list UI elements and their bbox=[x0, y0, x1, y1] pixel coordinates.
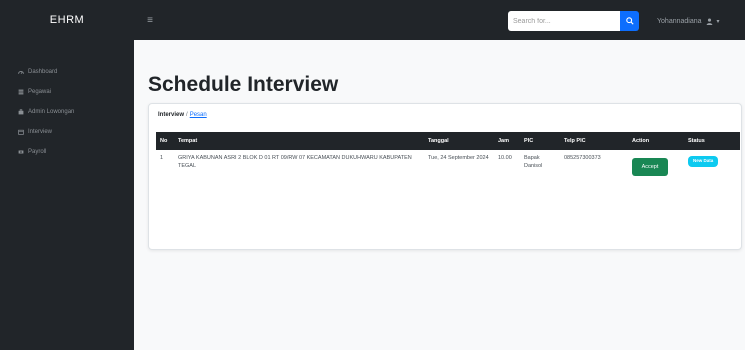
column-header-tempat: Tempat bbox=[178, 138, 198, 144]
user-dropdown[interactable]: Yohannadiana ▾ bbox=[657, 14, 720, 28]
cell-status: New Data bbox=[684, 150, 740, 181]
column-header-telp-pic: Telp PIC bbox=[564, 138, 586, 144]
sidebar: Dashboard Pegawai Admin Lowongan Intervi… bbox=[0, 40, 134, 350]
interview-table: No Tempat Tanggal Jam PIC Telp PIC Actio… bbox=[156, 132, 740, 181]
column-header-jam: Jam bbox=[498, 138, 510, 144]
dashboard-icon bbox=[18, 69, 24, 75]
sidebar-item-interview[interactable]: Interview bbox=[0, 122, 134, 142]
sidebar-item-label: Dashboard bbox=[28, 69, 58, 75]
sidebar-item-admin-lowongan[interactable]: Admin Lowongan bbox=[0, 102, 134, 122]
sidebar-item-dashboard[interactable]: Dashboard bbox=[0, 62, 134, 82]
users-icon bbox=[18, 89, 24, 95]
money-icon bbox=[18, 149, 24, 155]
search-group bbox=[508, 11, 639, 31]
briefcase-icon bbox=[18, 109, 24, 115]
brand-logo[interactable]: EHRM bbox=[0, 0, 134, 40]
calendar-icon bbox=[18, 129, 24, 135]
interview-card: Interview / Pesan No Tempat Tanggal Jam … bbox=[148, 103, 742, 250]
accept-button[interactable]: Accept bbox=[632, 158, 668, 176]
user-name: Yohannadiana bbox=[657, 17, 702, 25]
status-badge: New Data bbox=[688, 156, 719, 167]
search-button[interactable] bbox=[620, 11, 639, 31]
menu-icon: ≡ bbox=[147, 14, 153, 26]
breadcrumb-link[interactable]: Pesan bbox=[190, 112, 207, 118]
column-header-tanggal: Tanggal bbox=[428, 138, 449, 144]
cell-no: 1 bbox=[160, 155, 164, 161]
sidebar-item-label: Pegawai bbox=[28, 89, 52, 95]
cell-telp-pic: 085257300373 bbox=[564, 155, 601, 161]
breadcrumb-current: Interview bbox=[158, 112, 185, 118]
cell-tempat: GRIYA KABUNAN ASRI 2 BLOK D 01 RT 09/RW … bbox=[178, 155, 412, 169]
breadcrumb: Interview / Pesan bbox=[158, 112, 207, 118]
column-header-no: No bbox=[160, 138, 168, 144]
user-icon bbox=[706, 18, 712, 25]
column-header-status: Status bbox=[688, 138, 705, 144]
cell-pic: Bapak Danisol bbox=[524, 155, 543, 169]
breadcrumb-separator: / bbox=[186, 112, 188, 118]
sidebar-item-label: Interview bbox=[28, 129, 53, 135]
main-content: Schedule Interview Interview / Pesan No … bbox=[134, 40, 745, 350]
table-row: 1 GRIYA KABUNAN ASRI 2 BLOK D 01 RT 09/R… bbox=[156, 150, 740, 181]
search-input[interactable] bbox=[508, 11, 620, 31]
column-header-pic: PIC bbox=[524, 138, 534, 144]
search-icon bbox=[625, 17, 634, 25]
cell-action: Accept bbox=[628, 150, 684, 181]
sidebar-item-payroll[interactable]: Payroll bbox=[0, 142, 134, 162]
top-navbar: EHRM ≡ Yohannadiana ▾ bbox=[0, 0, 745, 40]
table-header-row: No Tempat Tanggal Jam PIC Telp PIC Actio… bbox=[156, 132, 740, 150]
sidebar-item-label: Payroll bbox=[28, 149, 47, 155]
page-title: Schedule Interview bbox=[148, 73, 339, 96]
cell-jam: 10.00 bbox=[498, 155, 512, 161]
sidebar-item-label: Admin Lowongan bbox=[28, 109, 75, 115]
chevron-down-icon: ▾ bbox=[716, 18, 720, 25]
sidebar-toggle-button[interactable]: ≡ bbox=[140, 10, 160, 30]
cell-tanggal: Tue, 24 September 2024 bbox=[428, 155, 489, 161]
column-header-action: Action bbox=[632, 138, 650, 144]
sidebar-item-pegawai[interactable]: Pegawai bbox=[0, 82, 134, 102]
